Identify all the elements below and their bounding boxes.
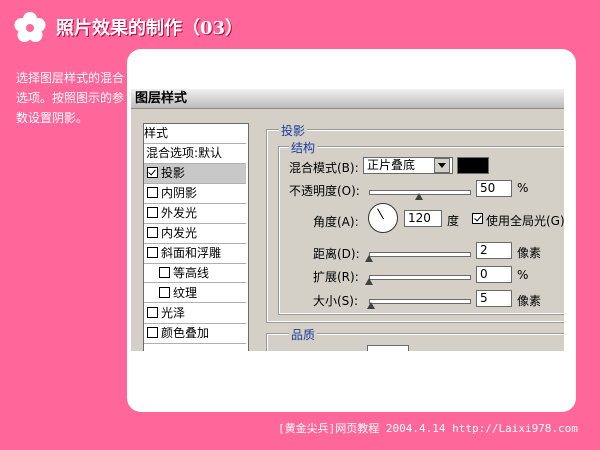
style-list-item[interactable]: 内阴影 [144, 184, 246, 204]
style-list-item[interactable]: 等高线 [144, 264, 246, 283]
opacity-unit: % [517, 181, 529, 195]
global-light-checkbox[interactable] [472, 213, 483, 224]
style-list-item-label: 光泽 [161, 306, 186, 320]
style-checkbox[interactable] [147, 167, 158, 178]
style-list-item-label: 混合选项:默认 [146, 146, 223, 160]
style-list-item-label: 内阴影 [161, 186, 198, 200]
style-checkbox[interactable] [147, 227, 158, 238]
style-list-item-label: 内发光 [161, 226, 198, 240]
distance-unit: 像素 [517, 246, 542, 260]
style-list-item[interactable]: 混合选项:默认 [144, 144, 246, 164]
drop-shadow-section-title: 投影 [279, 122, 308, 139]
style-checkbox[interactable] [147, 327, 158, 338]
angle-unit: 度 [447, 214, 460, 228]
style-list: 样式 混合选项:默认投影内阴影外发光内发光斜面和浮雕等高线纹理光泽颜色叠加 [143, 123, 249, 351]
spread-slider-track[interactable] [369, 275, 471, 280]
contour-preview[interactable] [367, 345, 409, 351]
style-list-item-label: 投影 [161, 166, 186, 180]
style-list-item-label: 颜色叠加 [161, 326, 210, 340]
distance-slider-track[interactable] [369, 252, 471, 257]
angle-label: 角度(A): [313, 215, 359, 229]
spread-input[interactable]: 0 [476, 266, 512, 283]
style-list-item[interactable]: 内发光 [144, 224, 246, 244]
opacity-label: 不透明度(O): [289, 184, 360, 198]
footer-credit: [黄金尖兵]网页教程 2004.4.14 http://Laixi978.com [278, 422, 578, 435]
style-list-item[interactable]: 斜面和浮雕 [144, 244, 246, 264]
spread-label: 扩展(R): [313, 270, 359, 284]
distance-input[interactable]: 2 [476, 242, 512, 259]
dialog-title: 图层样式 [131, 89, 564, 109]
style-list-item-label: 外发光 [161, 206, 198, 220]
global-light-label: 使用全局光(G) [486, 214, 564, 228]
style-list-item-label: 纹理 [173, 286, 198, 300]
style-list-item[interactable]: 投影 [144, 164, 246, 184]
opacity-slider-thumb[interactable] [415, 193, 423, 200]
style-checkbox[interactable] [147, 187, 158, 198]
distance-slider-thumb[interactable] [365, 255, 373, 262]
style-list-item-label: 斜面和浮雕 [161, 246, 222, 260]
style-checkbox[interactable] [159, 287, 170, 298]
style-list-item[interactable]: 颜色叠加 [144, 324, 246, 344]
style-list-item[interactable]: 外发光 [144, 204, 246, 224]
angle-input[interactable]: 120 [404, 210, 442, 227]
style-checkbox[interactable] [159, 267, 170, 278]
style-list-item[interactable]: 纹理 [144, 284, 246, 303]
quality-section-title: 品质 [289, 326, 318, 343]
instruction-text: 选择图层样式的混合选项。按照图示的参数设置阴影。 [16, 71, 125, 125]
blend-mode-label: 混合模式(B): [289, 161, 359, 175]
angle-dial[interactable] [368, 203, 398, 233]
size-label: 大小(S): [313, 294, 359, 308]
flower-logo-icon [14, 12, 46, 42]
style-list-header: 样式 [144, 124, 246, 144]
style-list-item[interactable]: 光泽 [144, 304, 246, 324]
spread-slider-thumb[interactable] [365, 278, 373, 285]
shadow-color-swatch[interactable] [457, 157, 489, 174]
size-input[interactable]: 5 [476, 290, 512, 307]
spread-unit: % [517, 268, 529, 282]
style-checkbox[interactable] [147, 207, 158, 218]
distance-label: 距离(D): [313, 247, 360, 261]
chevron-down-icon[interactable] [434, 158, 450, 173]
style-list-item-label: 等高线 [173, 266, 210, 280]
size-slider-thumb[interactable] [367, 302, 375, 309]
slide-title: 照片效果的制作（03） [56, 18, 244, 39]
style-checkbox[interactable] [147, 247, 158, 258]
structure-section-title: 结构 [289, 139, 318, 156]
opacity-input[interactable]: 50 [476, 180, 512, 197]
size-slider-track[interactable] [369, 299, 471, 304]
style-checkbox[interactable] [147, 307, 158, 318]
size-unit: 像素 [517, 294, 542, 308]
layer-style-dialog: 图层样式 样式 混合选项:默认 投影 内阴影 外发光 内发光 斜面和浮雕 等高线 纹理 光泽 颜色… [131, 89, 564, 351]
